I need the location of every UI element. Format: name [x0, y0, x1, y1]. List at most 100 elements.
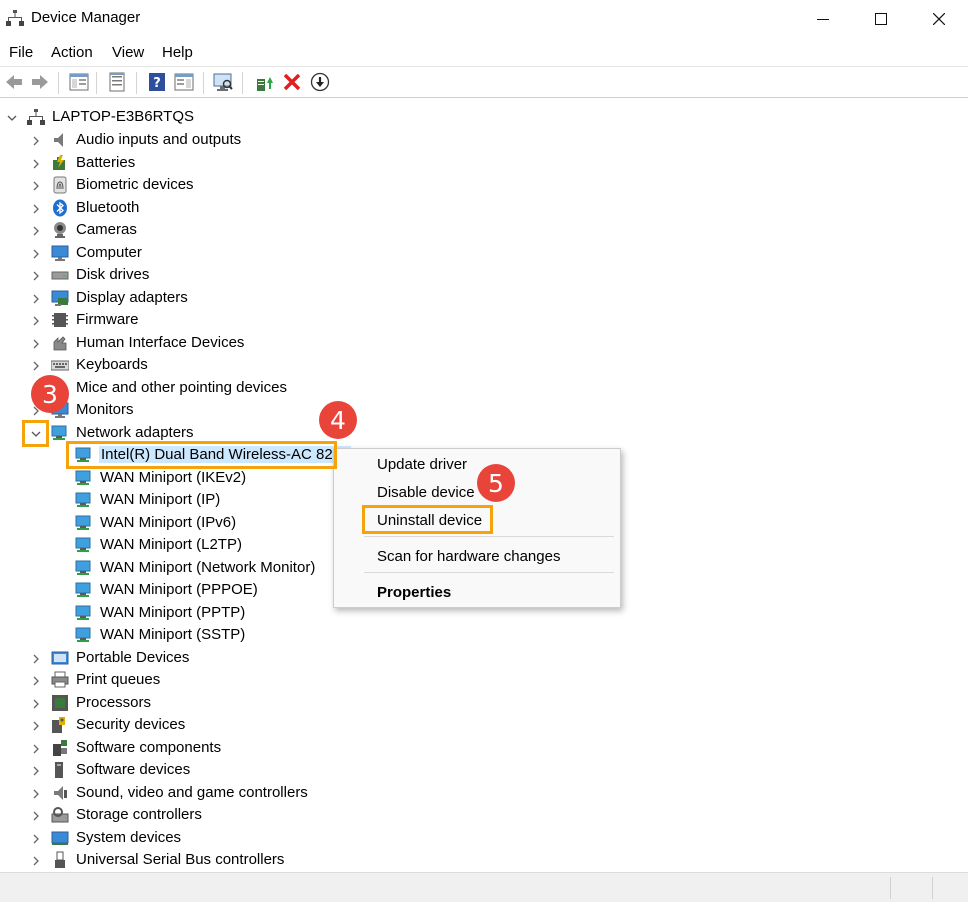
chevron-right-icon[interactable] [31, 834, 41, 844]
chevron-right-icon[interactable] [31, 811, 41, 821]
chevron-right-icon[interactable] [31, 316, 41, 326]
chevron-right-icon[interactable] [31, 294, 41, 304]
help-icon[interactable]: ? [146, 71, 168, 93]
tree-category-label: Disk drives [76, 266, 150, 283]
network-device[interactable]: WAN Miniport (IKEv2) [0, 467, 340, 489]
menu-scan-hardware-changes[interactable]: Scan for hardware changes [377, 548, 560, 565]
tree-category[interactable]: Audio inputs and outputs [0, 129, 300, 151]
battery-icon [53, 155, 65, 170]
tree-category-label: Bluetooth [76, 199, 140, 216]
network-adapter-icon [75, 605, 91, 620]
forward-arrow-icon[interactable] [29, 71, 51, 93]
expand-highlight [22, 420, 49, 447]
menu-action[interactable]: Action [51, 44, 93, 61]
tree-category[interactable]: Disk drives [0, 264, 300, 286]
speaker-icon [54, 133, 63, 147]
network-device[interactable]: WAN Miniport (IPv6) [0, 512, 340, 534]
tree-category[interactable]: Bluetooth [0, 197, 300, 219]
status-divider [932, 877, 933, 899]
chevron-right-icon[interactable] [31, 136, 41, 146]
network-device[interactable]: WAN Miniport (PPPOE) [0, 579, 340, 601]
scan-hardware-icon[interactable] [212, 71, 234, 93]
network-device[interactable]: WAN Miniport (SSTP) [0, 624, 340, 646]
menu-view[interactable]: View [112, 44, 144, 61]
software-device-icon [55, 762, 63, 778]
toolbar: ? [0, 66, 968, 98]
network-device-label: WAN Miniport (SSTP) [100, 626, 246, 643]
menu-help[interactable]: Help [162, 44, 193, 61]
tree-category[interactable]: Display adapters [0, 287, 300, 309]
chevron-right-icon[interactable] [31, 766, 41, 776]
maximize-button[interactable] [852, 0, 910, 38]
network-device[interactable]: WAN Miniport (PPTP) [0, 602, 340, 624]
tree-category-label: Software components [76, 739, 222, 756]
menu-properties[interactable]: Properties [377, 584, 451, 601]
tree-category[interactable]: Computer [0, 242, 300, 264]
chevron-right-icon[interactable] [31, 181, 41, 191]
tree-category[interactable]: Software components [0, 737, 300, 759]
show-hide-console-tree-icon[interactable] [68, 71, 90, 93]
tree-category-label: Print queues [76, 671, 161, 688]
tree-category[interactable]: Human Interface Devices [0, 332, 300, 354]
action-pane-icon[interactable] [173, 71, 195, 93]
toolbar-separator [136, 72, 137, 94]
properties-icon[interactable] [106, 71, 128, 93]
network-device[interactable]: WAN Miniport (IP) [0, 489, 340, 511]
chevron-down-icon[interactable] [7, 113, 17, 123]
tree-category[interactable]: Processors [0, 692, 300, 714]
portable-device-icon [51, 651, 69, 665]
tree-category[interactable]: Storage controllers [0, 804, 300, 826]
device-highlight [66, 441, 337, 469]
chevron-right-icon[interactable] [31, 361, 41, 371]
chevron-right-icon[interactable] [31, 744, 41, 754]
back-arrow-icon[interactable] [3, 71, 25, 93]
bluetooth-icon [53, 199, 67, 217]
chevron-right-icon[interactable] [31, 226, 41, 236]
chevron-right-icon[interactable] [31, 699, 41, 709]
tree-category[interactable]: Software devices [0, 759, 300, 781]
network-adapter-icon [75, 627, 91, 642]
chevron-right-icon[interactable] [31, 676, 41, 686]
chevron-right-icon[interactable] [31, 654, 41, 664]
chevron-right-icon[interactable] [31, 856, 41, 866]
chevron-right-icon[interactable] [31, 249, 41, 259]
tree-category[interactable]: Sound, video and game controllers [0, 782, 320, 804]
tree-category[interactable]: Security devices [0, 714, 300, 736]
network-device[interactable]: WAN Miniport (L2TP) [0, 534, 340, 556]
chevron-right-icon[interactable] [31, 721, 41, 731]
network-adapter-icon [75, 537, 91, 552]
chevron-right-icon[interactable] [31, 159, 41, 169]
chevron-right-icon[interactable] [31, 789, 41, 799]
tree-category[interactable]: Firmware [0, 309, 300, 331]
update-driver-icon[interactable] [253, 71, 275, 93]
chevron-right-icon[interactable] [31, 204, 41, 214]
tree-category[interactable]: Portable Devices [0, 647, 300, 669]
tree-category[interactable]: Biometric devices [0, 174, 300, 196]
network-device[interactable]: WAN Miniport (Network Monitor) [0, 557, 340, 579]
tree-category[interactable]: System devices [0, 827, 300, 849]
tree-category-label: Display adapters [76, 289, 188, 306]
fingerprint-icon [53, 176, 67, 194]
disable-device-icon[interactable] [309, 71, 331, 93]
tree-category-label: Mice and other pointing devices [76, 379, 287, 396]
tree-category[interactable]: Universal Serial Bus controllers [0, 849, 300, 871]
menu-disable-device[interactable]: Disable device [377, 484, 475, 501]
tree-category[interactable]: Print queues [0, 669, 300, 691]
toolbar-separator [58, 72, 59, 94]
chevron-right-icon[interactable] [31, 339, 41, 349]
tree-category[interactable]: Cameras [0, 219, 300, 241]
chevron-right-icon[interactable] [31, 271, 41, 281]
tree-root[interactable]: LAPTOP-E3B6RTQS [0, 106, 300, 128]
step-badge-3: 3 [31, 375, 69, 413]
network-adapter-icon [75, 582, 91, 597]
menu-update-driver[interactable]: Update driver [377, 456, 467, 473]
minimize-button[interactable] [794, 0, 852, 38]
tree-category[interactable]: Keyboards [0, 354, 300, 376]
tree-category-label: Firmware [76, 311, 139, 328]
tree-category-label: Human Interface Devices [76, 334, 245, 351]
uninstall-device-icon[interactable] [281, 71, 303, 93]
menu-file[interactable]: File [9, 44, 33, 61]
close-button[interactable] [910, 0, 968, 38]
tree-category[interactable]: Batteries [0, 152, 300, 174]
maximize-icon [875, 13, 887, 25]
